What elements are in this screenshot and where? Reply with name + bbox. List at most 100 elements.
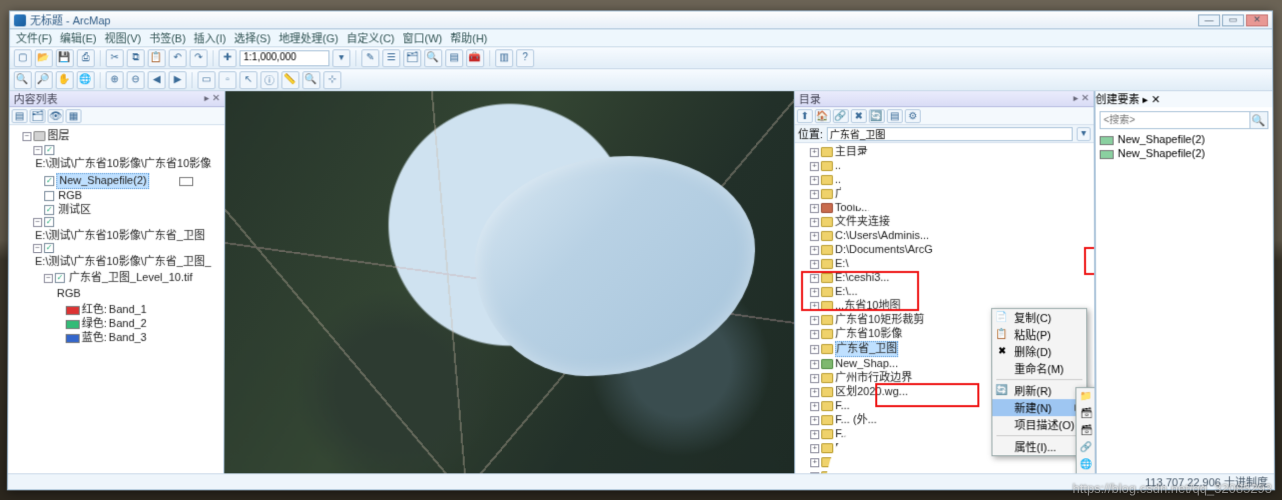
- template-item[interactable]: New_Shapefile(2): [1100, 147, 1269, 161]
- menu-item[interactable]: 🗃个人地理数据库(P): [1077, 422, 1095, 439]
- cat-toggle-button[interactable]: ▤: [887, 109, 903, 123]
- editor-button[interactable]: ✎: [361, 49, 379, 67]
- list-by-source-button[interactable]: 🗂: [30, 109, 46, 123]
- create-header: 创建要素 ▸ ✕: [1095, 91, 1272, 107]
- menu-item[interactable]: 文件(F): [16, 30, 52, 46]
- clear-sel-button[interactable]: ▫: [218, 71, 236, 89]
- toc-panel: 内容列表 ▸ ✕ ▤ 🗂 👁 ▦ − 图层−E:\测试\广东省10影像\广东省1…: [8, 91, 225, 473]
- menu-item[interactable]: ✖删除(D): [992, 343, 1086, 360]
- arcmap-window: 无标题 - ArcMap — ▭ ✕ 文件(F) 编辑(E) 视图(V) 书签(B) 插…: [7, 10, 1275, 490]
- menu-item[interactable]: 自定义(C): [346, 30, 394, 46]
- search-button[interactable]: 🔍: [424, 49, 442, 67]
- layer-item: New_Shapefile(2): [56, 173, 149, 189]
- catalog-title: 目录: [799, 91, 821, 107]
- menu-item[interactable]: 地理处理(G): [279, 30, 339, 46]
- save-button[interactable]: 💾: [56, 49, 74, 67]
- menu-item[interactable]: 插入(I): [194, 30, 226, 46]
- list-by-vis-button[interactable]: 👁: [48, 109, 64, 123]
- select-button[interactable]: ▭: [198, 71, 216, 89]
- toc-button[interactable]: ☰: [382, 49, 400, 67]
- catalog-close-icon[interactable]: ▸ ✕: [1073, 93, 1089, 104]
- toc-close-icon[interactable]: ▸ ✕: [204, 93, 220, 104]
- context-menu[interactable]: 📄复制(C)📋粘贴(P)✖删除(D)重命名(M) 🔄刷新(R)新建(N)▶项目描述…: [991, 308, 1088, 456]
- menu-item[interactable]: 🔄刷新(R): [992, 382, 1086, 399]
- photo-artifact: [1100, 167, 1260, 247]
- list-by-sel-button[interactable]: ▦: [66, 109, 82, 123]
- menu-item[interactable]: 窗口(W): [403, 30, 443, 46]
- pan-button[interactable]: ✋: [56, 71, 74, 89]
- copy-button[interactable]: ⧉: [127, 49, 145, 67]
- new-doc-button[interactable]: ▢: [14, 49, 32, 67]
- measure-button[interactable]: 📏: [281, 71, 299, 89]
- full-extent-button[interactable]: 🌐: [77, 71, 95, 89]
- paste-button[interactable]: 📋: [148, 49, 166, 67]
- cat-refresh-button[interactable]: 🔄: [869, 109, 885, 123]
- print-button[interactable]: ⎙: [77, 49, 95, 67]
- catalog-header: 目录 ▸ ✕: [795, 91, 1094, 107]
- fixed-zoomin-button[interactable]: ⊕: [106, 71, 124, 89]
- toc-tree[interactable]: − 图层−E:\测试\广东省10影像\广东省10影像New_Shapefile(…: [8, 125, 224, 473]
- menu-item[interactable]: 📋粘贴(P): [992, 326, 1086, 343]
- create-title: 创建要素: [1096, 94, 1140, 106]
- search-icon[interactable]: 🔍: [1250, 111, 1268, 129]
- cat-connect-button[interactable]: 🔗: [833, 109, 849, 123]
- location-input[interactable]: [827, 127, 1073, 141]
- menu-item[interactable]: 重命名(M): [992, 360, 1086, 377]
- redo-button[interactable]: ↷: [190, 49, 208, 67]
- list-by-draw-button[interactable]: ▤: [12, 109, 28, 123]
- goto-xy-button[interactable]: ⊹: [323, 71, 341, 89]
- catalog-button[interactable]: 🗂: [403, 49, 421, 67]
- model-button[interactable]: ▥: [495, 49, 513, 67]
- menu-item[interactable]: 书签(B): [149, 30, 186, 46]
- map-canvas[interactable]: [224, 91, 795, 473]
- window-title: 无标题 - ArcMap: [30, 12, 111, 28]
- scale-input[interactable]: 1:1,000,000: [240, 50, 330, 66]
- menu-item[interactable]: 属性(I)...: [992, 438, 1086, 455]
- menu-item[interactable]: 选择(S): [234, 30, 271, 46]
- catalog-item[interactable]: + D:\Documents\ArcG: [810, 243, 1092, 257]
- menu-item[interactable]: 📁文件夹(F): [1076, 388, 1094, 405]
- toc-root: 图层: [47, 129, 69, 143]
- find-button[interactable]: 🔍: [302, 71, 320, 89]
- template-list[interactable]: New_Shapefile(2)New_Shapefile(2): [1100, 133, 1269, 161]
- maximize-button[interactable]: ▭: [1222, 14, 1244, 26]
- cat-up-button[interactable]: ⬆: [797, 109, 813, 123]
- python-button[interactable]: ▤: [445, 49, 463, 67]
- menu-item[interactable]: 编辑(E): [60, 30, 97, 46]
- add-data-button[interactable]: ✚: [219, 49, 237, 67]
- cat-disconnect-button[interactable]: ✖: [851, 109, 867, 123]
- open-button[interactable]: 📂: [35, 49, 53, 67]
- menu-item[interactable]: 🗃文件地理数据库(O): [1076, 405, 1094, 422]
- cat-home-button[interactable]: 🏠: [815, 109, 831, 123]
- catalog-item[interactable]: + E:\: [810, 257, 1092, 271]
- undo-button[interactable]: ↶: [169, 49, 187, 67]
- minimize-button[interactable]: —: [1198, 14, 1220, 26]
- help-button[interactable]: ?: [516, 49, 534, 67]
- menu-item[interactable]: 视图(V): [104, 30, 141, 46]
- location-go-button[interactable]: ▾: [1077, 127, 1091, 141]
- menu-item[interactable]: 📄复制(C): [992, 309, 1086, 326]
- back-button[interactable]: ◀: [148, 71, 166, 89]
- menu-item[interactable]: 项目描述(O)...: [992, 416, 1086, 433]
- select-arrow-button[interactable]: ↖: [239, 71, 257, 89]
- identify-button[interactable]: ⓘ: [260, 71, 278, 89]
- zoom-out-button[interactable]: 🔎: [35, 71, 53, 89]
- cat-opts-button[interactable]: ⚙: [905, 109, 921, 123]
- create-close-icon[interactable]: ▸ ✕: [1143, 94, 1161, 106]
- menu-item[interactable]: 🌐ArcGIS Server 连接(R)...: [1077, 456, 1095, 473]
- zoom-in-button[interactable]: 🔍: [14, 71, 32, 89]
- menu-item[interactable]: 🔗数据库连接(I)...: [1077, 439, 1095, 456]
- close-button[interactable]: ✕: [1246, 14, 1268, 26]
- scale-dropdown[interactable]: ▾: [332, 49, 350, 67]
- new-submenu[interactable]: 📁文件夹(F)🗃文件地理数据库(O)🗃个人地理数据库(P)🔗数据库连接(I)..…: [1075, 387, 1094, 473]
- template-item[interactable]: New_Shapefile(2): [1100, 133, 1269, 147]
- template-search-input[interactable]: [1100, 111, 1251, 129]
- forward-button[interactable]: ▶: [169, 71, 187, 89]
- fixed-zoomout-button[interactable]: ⊖: [127, 71, 145, 89]
- toolbox-button[interactable]: 🧰: [466, 49, 484, 67]
- catalog-item[interactable]: + E:\...: [810, 285, 1092, 299]
- menu-item[interactable]: 新建(N)▶: [992, 399, 1086, 416]
- cut-button[interactable]: ✂: [106, 49, 124, 67]
- menu-item[interactable]: 帮助(H): [450, 30, 487, 46]
- catalog-item[interactable]: + E:\ceshi3...: [810, 271, 1092, 285]
